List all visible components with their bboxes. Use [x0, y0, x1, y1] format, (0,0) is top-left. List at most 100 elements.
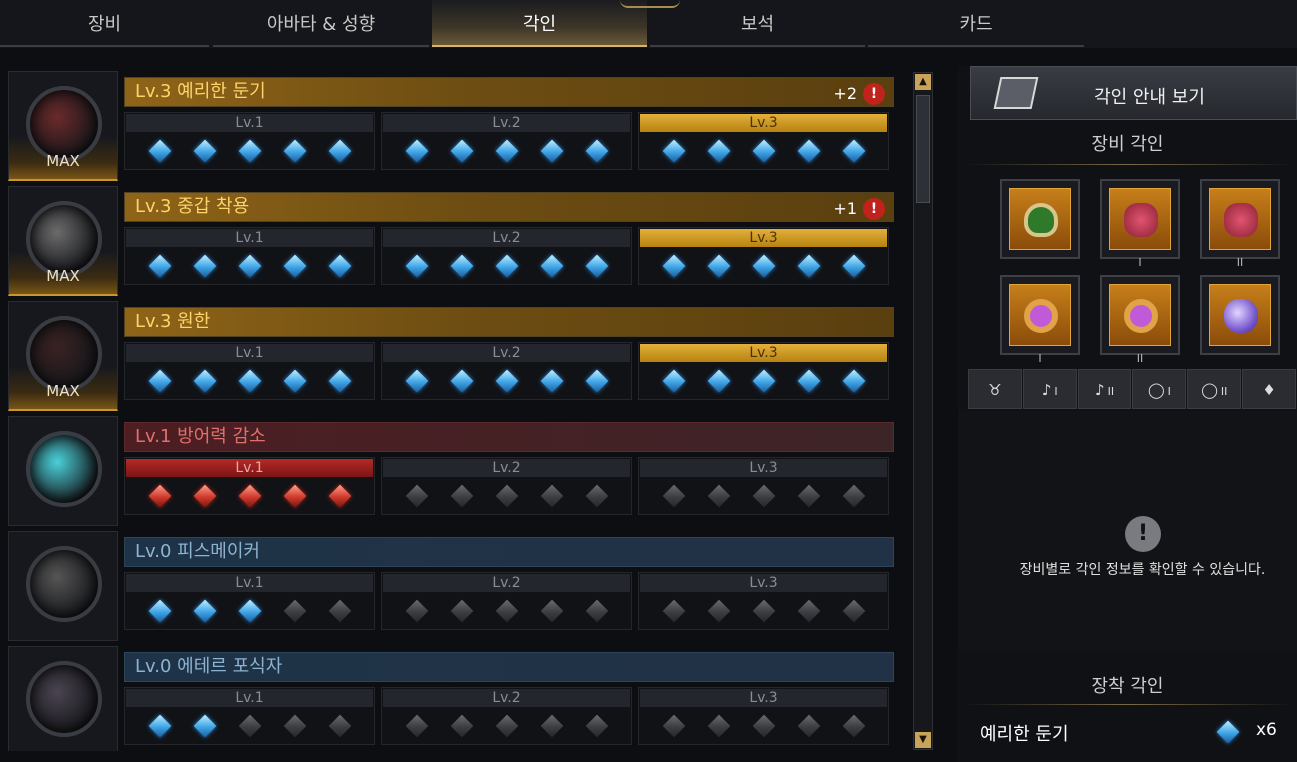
red-gem-icon	[238, 484, 261, 508]
equipment-slot[interactable]: I	[1000, 275, 1080, 365]
info-exclamation-icon: !	[1125, 516, 1161, 552]
level-label: Lv.3	[640, 574, 887, 592]
slot-frame	[1009, 284, 1071, 346]
filter-tab[interactable]: ♉	[968, 369, 1022, 409]
equipment-slot[interactable]: I	[1100, 179, 1180, 269]
bonus-indicator: +1!	[833, 195, 885, 223]
empty-gem-icon	[707, 714, 730, 738]
engraving-row[interactable]: MAX Lv.3 예리한 둔기 +2! Lv.1 Lv.2 Lv.3	[8, 71, 896, 181]
stone-icon: ♦	[1262, 381, 1276, 399]
level-gems	[125, 708, 374, 738]
empty-gem-icon	[797, 714, 820, 738]
level-label: Lv.1	[126, 574, 373, 592]
level-block: Lv.2	[381, 342, 632, 400]
level-block: Lv.3	[638, 112, 889, 170]
blue-gem-icon	[193, 599, 216, 623]
blue-gem-icon	[148, 139, 171, 163]
level-block: Lv.2	[381, 227, 632, 285]
filter-tab[interactable]: ◯ II	[1187, 369, 1242, 409]
tab-equipment[interactable]: 장비	[0, 0, 209, 47]
guide-label: 각인 안내 보기	[1094, 87, 1205, 108]
earring-icon	[1224, 203, 1258, 237]
empty-gem-icon	[283, 714, 306, 738]
top-tab-bar: 장비 아바타 & 성향 각인 보석 카드	[0, 0, 1297, 48]
level-block: Lv.3	[638, 342, 889, 400]
level-label: Lv.2	[383, 229, 630, 247]
blue-gem-icon	[585, 139, 608, 163]
level-label: Lv.3	[640, 689, 887, 707]
equipment-slot[interactable]	[1000, 179, 1080, 259]
applied-engraving-row[interactable]: 예리한 둔기 x6	[980, 720, 1280, 745]
filter-tab[interactable]: ♪ II	[1077, 369, 1132, 409]
scrollbar-thumb[interactable]	[916, 95, 930, 203]
engraving-name: Lv.3 예리한 둔기	[135, 81, 266, 102]
level-label: Lv.2	[383, 114, 630, 132]
ring-icon	[1024, 299, 1058, 333]
applied-engraving-title: 장착 각인	[1091, 676, 1164, 697]
engraving-badge[interactable]	[8, 416, 118, 526]
tab-avatar-tendency[interactable]: 아바타 & 성향	[213, 0, 429, 47]
engraving-row[interactable]: Lv.0 피스메이커 Lv.1 Lv.2 Lv.3	[8, 531, 896, 641]
engraving-badge[interactable]	[8, 531, 118, 641]
blue-gem-icon	[540, 369, 563, 393]
scroll-up-icon[interactable]: ▲	[915, 74, 931, 90]
tab-gem[interactable]: 보석	[650, 0, 865, 47]
equipment-slot[interactable]: II	[1200, 179, 1280, 269]
warning-icon[interactable]: !	[863, 198, 885, 220]
engraving-badge[interactable]: MAX	[8, 71, 118, 181]
level-label: Lv.3	[640, 344, 887, 362]
blue-gem-icon	[495, 369, 518, 393]
blue-gem-icon	[450, 254, 473, 278]
filter-tab[interactable]: ♦	[1242, 369, 1296, 409]
level-gems	[382, 708, 631, 738]
level-label: Lv.3	[640, 229, 887, 247]
empty-gem-icon	[752, 714, 775, 738]
engraving-name: Lv.0 에테르 포식자	[135, 656, 283, 677]
engraving-title-bar: Lv.3 중갑 착용 +1!	[124, 192, 894, 222]
equipment-slot[interactable]: II	[1100, 275, 1180, 365]
blue-gem-icon	[585, 369, 608, 393]
filter-tab-index: II	[1220, 385, 1228, 398]
blue-gem-icon	[495, 254, 518, 278]
blue-gem-icon	[662, 254, 685, 278]
filter-tab[interactable]: ♪ I	[1022, 369, 1077, 409]
blue-gem-icon	[238, 254, 261, 278]
slot-index: II	[1236, 256, 1244, 269]
blue-gem-icon	[238, 599, 261, 623]
tab-engraving[interactable]: 각인	[432, 0, 647, 47]
empty-gem-icon	[752, 484, 775, 508]
blue-gem-icon	[283, 139, 306, 163]
level-gems	[382, 248, 631, 278]
level-block: Lv.1	[124, 687, 375, 745]
tab-card[interactable]: 카드	[868, 0, 1084, 47]
scroll-down-icon[interactable]: ▼	[915, 732, 931, 748]
empty-gem-icon	[842, 714, 865, 738]
engraving-row[interactable]: MAX Lv.3 원한 Lv.1 Lv.2 Lv.3	[8, 301, 896, 411]
warning-icon[interactable]: !	[863, 83, 885, 105]
level-block: Lv.1	[124, 457, 375, 515]
engraving-guide-button[interactable]: 각인 안내 보기	[970, 66, 1297, 120]
list-scrollbar[interactable]: ▲ ▼	[913, 72, 933, 750]
level-block: Lv.1	[124, 342, 375, 400]
blue-gem-icon	[238, 369, 261, 393]
engraving-badge[interactable]	[8, 646, 118, 751]
level-label: Lv.1	[126, 459, 373, 477]
engraving-row[interactable]: Lv.0 에테르 포식자 Lv.1 Lv.2 Lv.3	[8, 646, 896, 751]
empty-gem-icon	[585, 599, 608, 623]
ring-icon	[1124, 299, 1158, 333]
level-block: Lv.2	[381, 457, 632, 515]
level-gems	[639, 593, 888, 623]
equipment-slot[interactable]	[1200, 275, 1280, 355]
engraving-orb-icon	[26, 201, 102, 277]
level-block: Lv.3	[638, 572, 889, 630]
engraving-row[interactable]: MAX Lv.3 중갑 착용 +1! Lv.1 Lv.2 Lv.3	[8, 186, 896, 296]
blue-gem-icon	[283, 369, 306, 393]
blue-gem-icon	[328, 139, 351, 163]
filter-tab[interactable]: ◯ I	[1132, 369, 1187, 409]
blue-gem-icon	[328, 369, 351, 393]
engraving-row[interactable]: Lv.1 방어력 감소 Lv.1 Lv.2 Lv.3	[8, 416, 896, 526]
blue-gem-icon	[193, 714, 216, 738]
engraving-badge[interactable]: MAX	[8, 186, 118, 296]
engraving-title-bar: Lv.1 방어력 감소	[124, 422, 894, 452]
engraving-badge[interactable]: MAX	[8, 301, 118, 411]
